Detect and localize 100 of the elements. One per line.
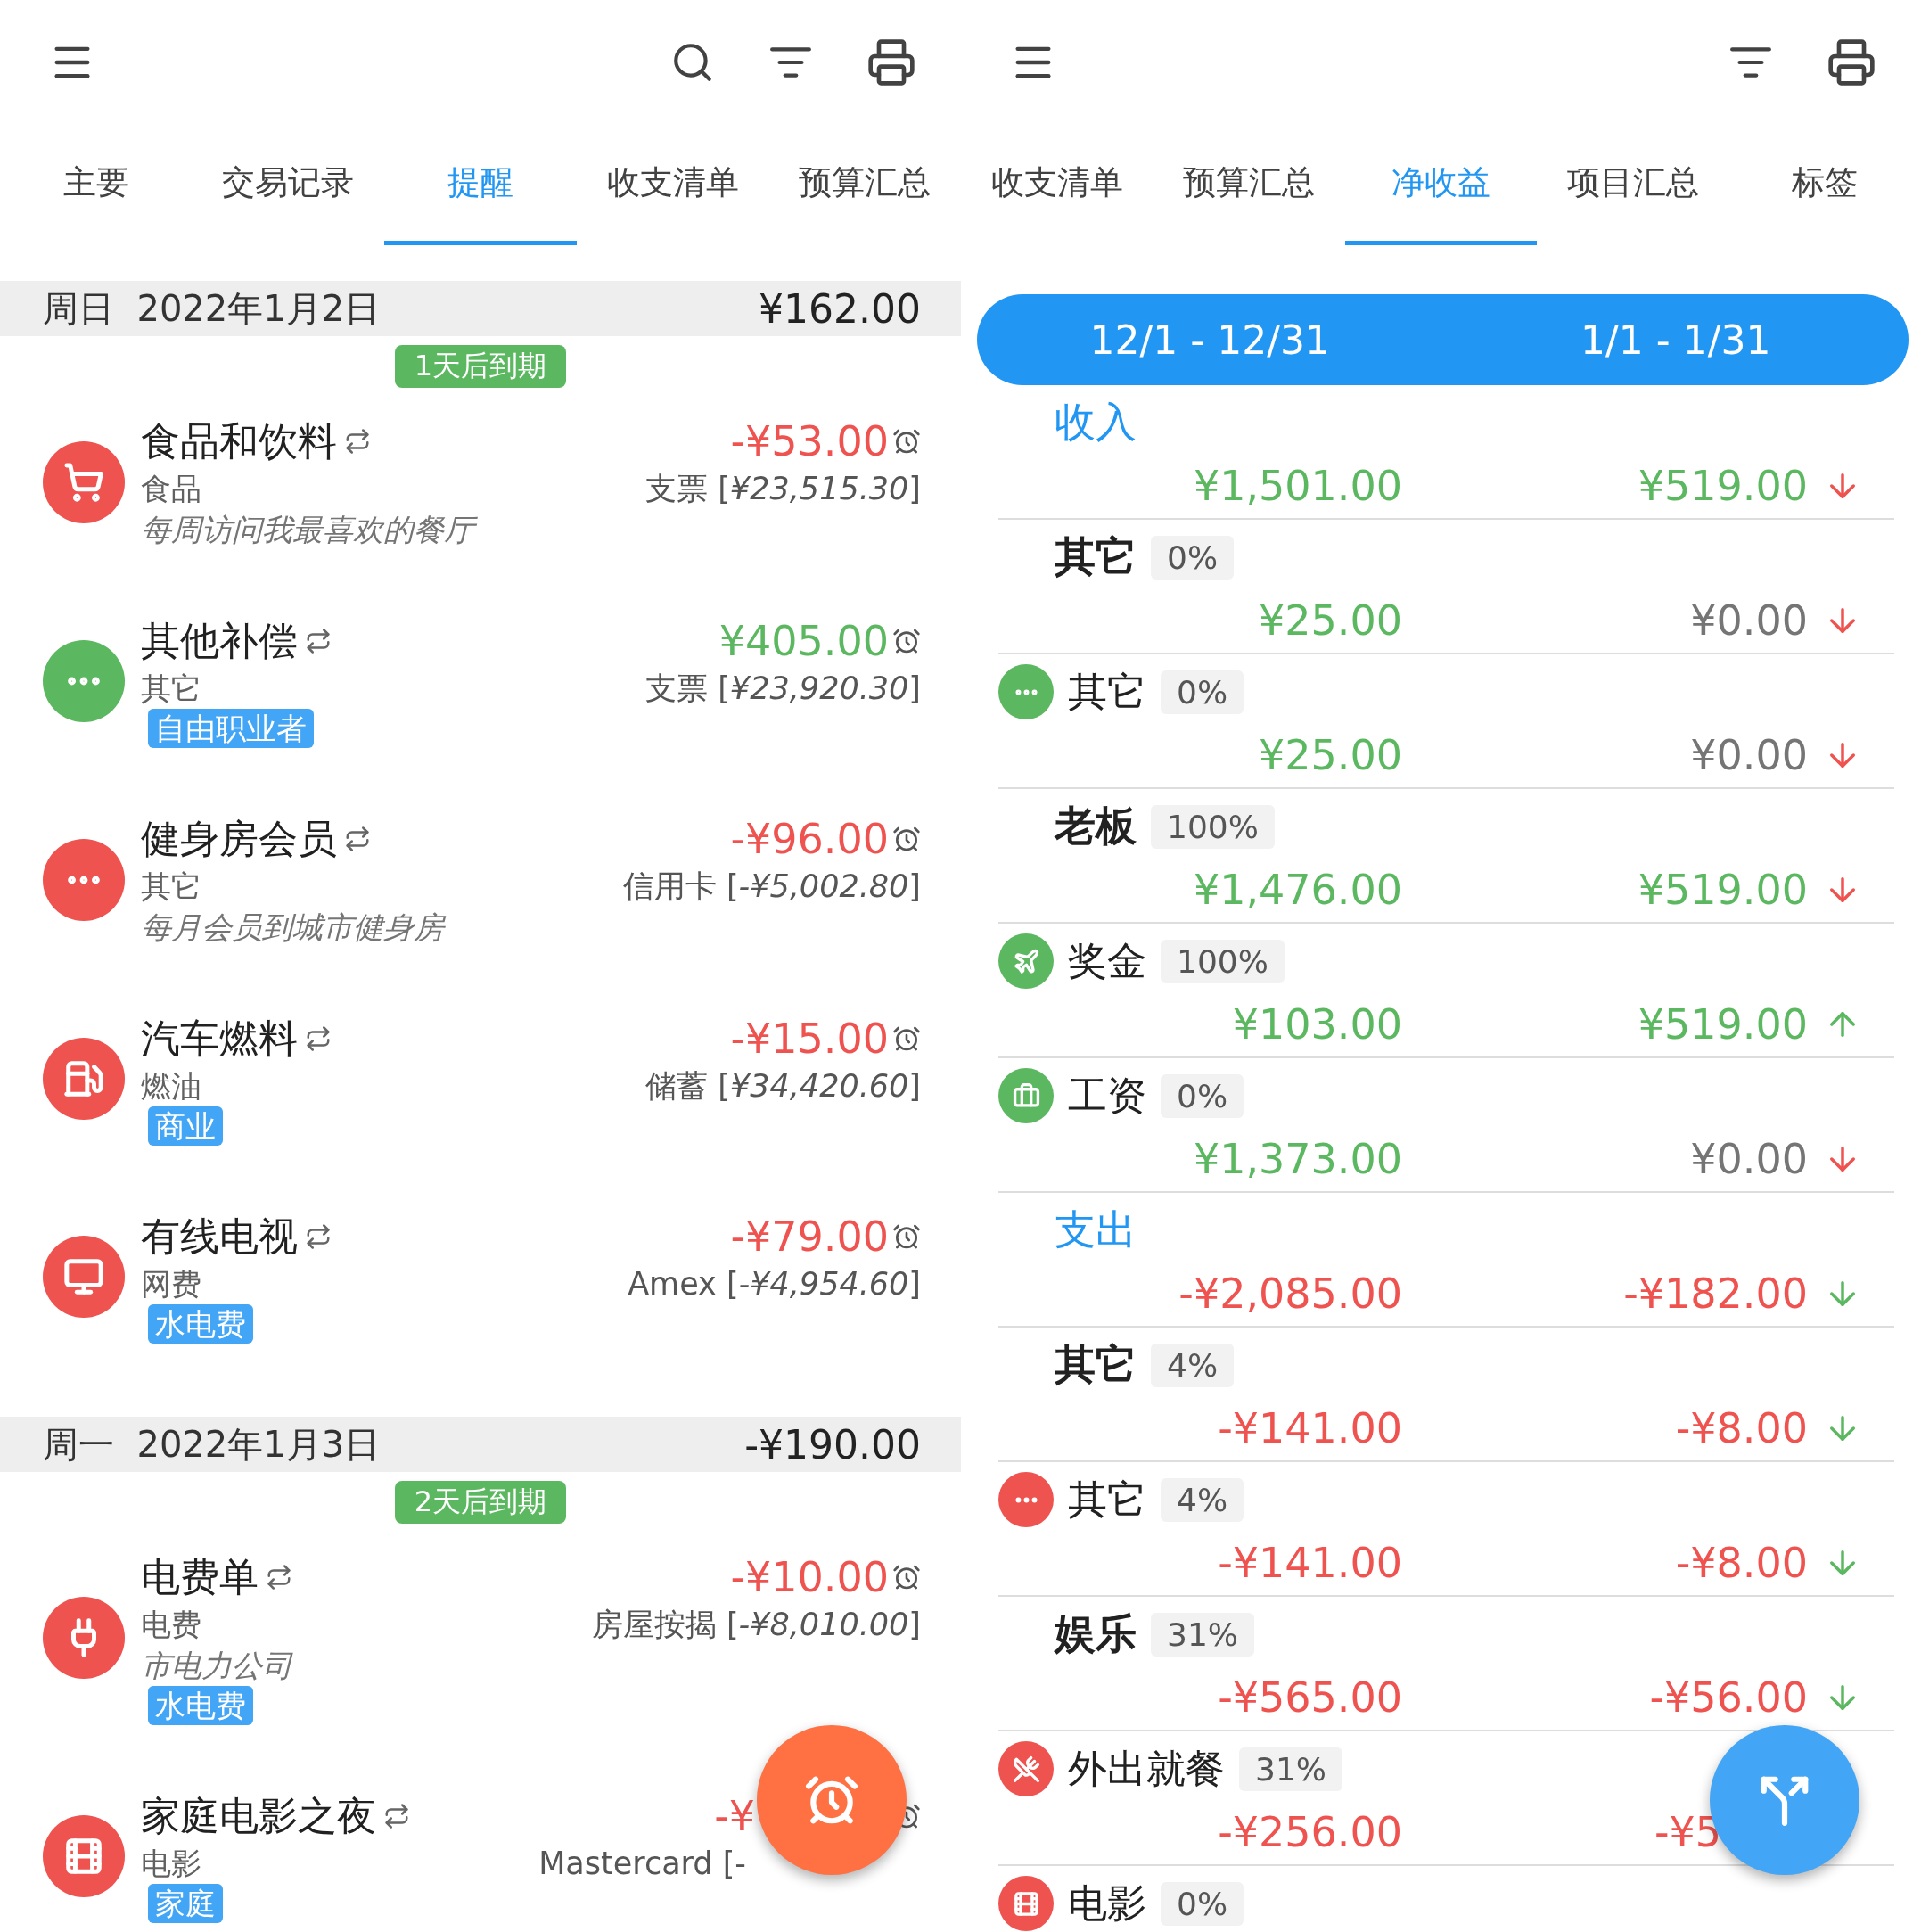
section-title: 收入	[1055, 397, 1137, 448]
amount: -¥256.00	[1218, 1807, 1402, 1856]
day-date: 周日 2022年1月2日	[43, 286, 382, 331]
tab[interactable]: 收支清单	[961, 125, 1153, 245]
percent-label: 4%	[1151, 1343, 1235, 1387]
amount: ¥0.00	[1690, 730, 1808, 779]
amount: -¥96.00	[730, 814, 889, 865]
category-name: 工资	[1068, 1071, 1146, 1120]
repeat-icon	[305, 628, 332, 654]
repeat-icon	[305, 1223, 332, 1250]
amount: -¥182.00	[1623, 1269, 1808, 1318]
amount: ¥25.00	[1259, 730, 1402, 779]
amount: -¥5	[1654, 1807, 1722, 1856]
amount: ¥405.00	[718, 616, 889, 667]
amount: ¥1,476.00	[1193, 865, 1402, 914]
category-name: 老板	[1055, 801, 1137, 851]
reminder-note: 市电力公司	[141, 1647, 292, 1685]
tab[interactable]: 预算汇总	[1153, 125, 1345, 245]
category-label: 燃油	[141, 1067, 201, 1106]
amount: -¥8.00	[1675, 1403, 1808, 1452]
category-label: 其它	[141, 670, 201, 708]
tab[interactable]: 收支清单	[576, 125, 769, 245]
printer-icon[interactable]	[866, 37, 916, 87]
percent-label: 4%	[1161, 1477, 1244, 1522]
repeat-icon	[383, 1803, 410, 1829]
amount: ¥1,501.00	[1193, 461, 1402, 510]
reminder-title: 电费单	[141, 1553, 259, 1601]
amount: -¥8.00	[1675, 1538, 1808, 1587]
due-badge: 2天后到期	[394, 1481, 567, 1524]
alarm-button[interactable]	[757, 1725, 907, 1875]
account-balance: 储蓄 [¥34,420.60]	[645, 1067, 921, 1106]
account-balance: Mastercard [-	[538, 1845, 746, 1883]
amount: ¥0.00	[1690, 1134, 1808, 1183]
account-balance: 房屋按揭 [-¥8,010.00]	[591, 1606, 921, 1644]
percent-label: 0%	[1161, 1073, 1244, 1118]
due-badge: 1天后到期	[394, 345, 567, 388]
account-balance: 信用卡 [-¥5,002.80]	[622, 867, 921, 906]
amount: -¥565.00	[1218, 1673, 1402, 1722]
amount: -¥141.00	[1218, 1538, 1402, 1587]
tab[interactable]: 预算汇总	[768, 125, 961, 245]
tab[interactable]: 主要	[0, 125, 193, 245]
account-balance: Amex [-¥4,954.60]	[628, 1265, 921, 1303]
alarm-icon	[892, 1563, 921, 1591]
repeat-icon	[344, 428, 371, 455]
reminder-title: 其他补偿	[141, 617, 298, 665]
alarm-icon	[892, 1222, 921, 1251]
category-name: 其它	[1055, 531, 1137, 582]
amount: ¥103.00	[1232, 999, 1402, 1048]
account-balance: 支票 [¥23,920.30]	[645, 670, 921, 708]
amount: -¥10.00	[730, 1552, 889, 1603]
category-name: 其它	[1068, 667, 1146, 716]
tab[interactable]: 标签	[1728, 125, 1921, 245]
amount: -¥56.00	[1649, 1673, 1808, 1722]
percent-label: 100%	[1161, 939, 1285, 983]
percent-label: 0%	[1161, 1881, 1244, 1926]
amount: ¥1,373.00	[1193, 1134, 1402, 1183]
amount: ¥519.00	[1638, 865, 1808, 914]
reminder-title: 有线电视	[141, 1213, 298, 1261]
category-name: 娱乐	[1055, 1608, 1137, 1659]
section-title: 支出	[1055, 1204, 1137, 1255]
day-total: ¥162.00	[759, 285, 921, 332]
alarm-icon	[892, 825, 921, 853]
amount: ¥519.00	[1638, 461, 1808, 510]
amount: ¥0.00	[1690, 596, 1808, 645]
repeat-icon	[305, 1025, 332, 1052]
amount: ¥25.00	[1259, 596, 1402, 645]
category-name: 其它	[1055, 1339, 1137, 1390]
reminder-title: 家庭电影之夜	[141, 1792, 376, 1840]
percent-label: 0%	[1151, 535, 1235, 580]
category-label: 电费	[141, 1606, 201, 1644]
category-name: 电影	[1068, 1879, 1146, 1928]
alarm-icon	[892, 1024, 921, 1053]
alarm-icon	[892, 427, 921, 456]
category-name: 其它	[1068, 1475, 1146, 1524]
category-name: 外出就餐	[1068, 1744, 1225, 1793]
reminder-title: 健身房会员	[141, 815, 337, 863]
account-balance: 支票 [¥23,515.30]	[645, 470, 921, 508]
tab[interactable]: 交易记录	[192, 125, 385, 245]
repeat-icon	[344, 826, 371, 852]
reminder-title: 食品和饮料	[141, 417, 337, 465]
category-label: 其它	[141, 867, 201, 906]
tab[interactable]: 项目汇总	[1537, 125, 1729, 245]
amount: ¥519.00	[1638, 999, 1808, 1048]
tag-label: 水电费	[148, 1304, 253, 1344]
printer-icon[interactable]	[1827, 37, 1876, 87]
percent-label: 31%	[1151, 1612, 1254, 1657]
percent-label: 100%	[1151, 804, 1275, 849]
amount: -¥15.00	[730, 1014, 889, 1065]
category-name: 奖金	[1068, 936, 1146, 985]
day-total: -¥190.00	[744, 1421, 921, 1467]
amount: -¥53.00	[730, 416, 889, 467]
day-date: 周一 2022年1月3日	[43, 1422, 382, 1467]
percent-label: 0%	[1161, 670, 1244, 714]
tag-label: 水电费	[148, 1686, 253, 1725]
category-label: 电影	[141, 1845, 201, 1883]
reminder-note: 每月会员到城市健身房	[141, 908, 444, 947]
category-label: 网费	[141, 1265, 201, 1303]
amount: -¥141.00	[1218, 1403, 1402, 1452]
tag-label: 家庭	[148, 1884, 223, 1923]
category-label: 食品	[141, 470, 201, 508]
